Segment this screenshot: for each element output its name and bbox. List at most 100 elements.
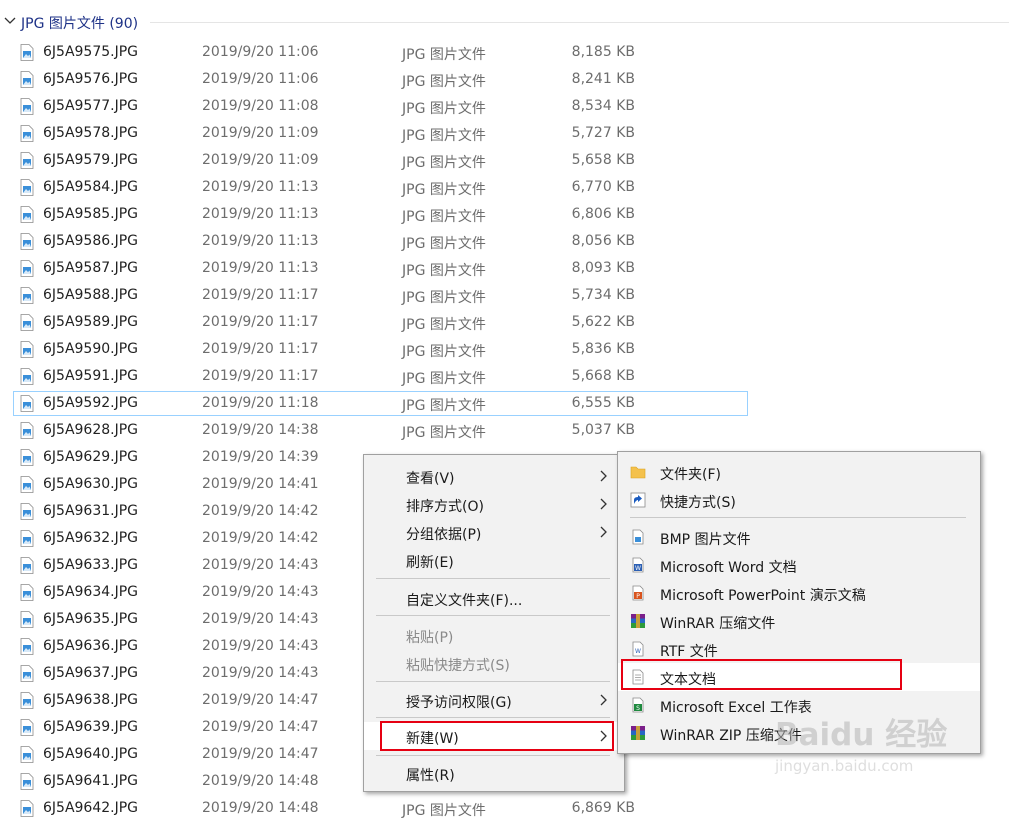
- menu-item-properties[interactable]: 属性(R): [364, 759, 624, 787]
- file-size: 5,668 KB: [571, 368, 635, 384]
- menu-item-paste[interactable]: 粘贴(P): [364, 621, 624, 649]
- file-type: JPG 图片文件: [402, 371, 486, 387]
- menu-item-label: 查看(V): [406, 471, 455, 487]
- file-date: 2019/9/20 14:43: [202, 611, 319, 627]
- file-date: 2019/9/20 14:38: [202, 422, 319, 438]
- file-date: 2019/9/20 11:09: [202, 125, 319, 141]
- file-name: 6J5A9585.JPG: [43, 206, 139, 222]
- file-row[interactable]: 6J5A9576.JPG 2019/9/20 11:06 JPG 图片文件 8,241…: [0, 67, 1009, 94]
- file-row[interactable]: 6J5A9586.JPG 2019/9/20 11:13 JPG 图片文件 8,056…: [0, 229, 1009, 256]
- submenu-item-powerpoint[interactable]: P Microsoft PowerPoint 演示文稿: [618, 579, 980, 607]
- file-type: JPG 图片文件: [402, 74, 486, 90]
- file-row[interactable]: 6J5A9588.JPG 2019/9/20 11:17 JPG 图片文件 5,734…: [0, 283, 1009, 310]
- file-name: 6J5A9579.JPG: [43, 152, 139, 168]
- file-date: 2019/9/20 14:42: [202, 530, 319, 546]
- menu-separator: [376, 615, 610, 616]
- image-file-icon: [20, 44, 34, 61]
- excel-file-icon: S: [632, 697, 644, 713]
- baidu-watermark: Baidu 经验 jingyan.baidu.com: [775, 705, 1005, 815]
- file-name: 6J5A9636.JPG: [43, 638, 139, 654]
- image-file-icon: [20, 692, 34, 709]
- file-row[interactable]: 6J5A9584.JPG 2019/9/20 11:13 JPG 图片文件 6,770…: [0, 175, 1009, 202]
- file-type: JPG 图片文件: [402, 263, 486, 279]
- menu-item-give-access[interactable]: 授予访问权限(G): [364, 686, 624, 714]
- group-title: JPG 图片文件 (90): [21, 16, 139, 32]
- group-divider: [150, 22, 1009, 23]
- file-size: 8,534 KB: [571, 98, 635, 114]
- file-row[interactable]: 6J5A9590.JPG 2019/9/20 11:17 JPG 图片文件 5,836…: [0, 337, 1009, 364]
- submenu-item-shortcut[interactable]: 快捷方式(S): [618, 486, 980, 514]
- file-date: 2019/9/20 11:18: [202, 395, 319, 411]
- image-file-icon: [20, 260, 34, 277]
- file-type: JPG 图片文件: [402, 182, 486, 198]
- file-date: 2019/9/20 14:43: [202, 584, 319, 600]
- file-date: 2019/9/20 14:47: [202, 719, 319, 735]
- menu-item-customize-folder[interactable]: 自定义文件夹(F)...: [364, 584, 624, 612]
- file-name: 6J5A9589.JPG: [43, 314, 139, 330]
- image-file-icon: [20, 368, 34, 385]
- file-name: 6J5A9577.JPG: [43, 98, 139, 114]
- submenu-item-label: 快捷方式(S): [660, 495, 736, 511]
- menu-separator: [376, 717, 610, 718]
- shortcut-icon: [630, 492, 646, 508]
- file-row[interactable]: 6J5A9591.JPG 2019/9/20 11:17 JPG 图片文件 5,668…: [0, 364, 1009, 391]
- group-header[interactable]: JPG 图片文件 (90): [0, 0, 1009, 44]
- file-size: 6,869 KB: [571, 800, 635, 816]
- watermark-url: jingyan.baidu.com: [775, 757, 914, 775]
- file-date: 2019/9/20 14:47: [202, 746, 319, 762]
- menu-item-sort-by[interactable]: 排序方式(O): [364, 490, 624, 518]
- image-file-icon: [20, 71, 34, 88]
- file-size: 5,622 KB: [571, 314, 635, 330]
- chevron-right-icon: [600, 470, 607, 482]
- menu-item-label: 分组依据(P): [406, 527, 482, 543]
- file-row-selected[interactable]: 6J5A9592.JPG 2019/9/20 11:18 JPG 图片文件 6,555…: [0, 391, 1009, 418]
- file-name: 6J5A9641.JPG: [43, 773, 139, 789]
- chevron-down-icon[interactable]: [3, 14, 17, 28]
- submenu-item-label: WinRAR 压缩文件: [660, 616, 776, 632]
- image-file-icon: [20, 152, 34, 169]
- file-name: 6J5A9637.JPG: [43, 665, 139, 681]
- image-file-icon: [20, 503, 34, 520]
- file-type: JPG 图片文件: [402, 290, 486, 306]
- file-date: 2019/9/20 11:13: [202, 260, 319, 276]
- file-row[interactable]: 6J5A9578.JPG 2019/9/20 11:09 JPG 图片文件 5,727…: [0, 121, 1009, 148]
- file-row[interactable]: 6J5A9585.JPG 2019/9/20 11:13 JPG 图片文件 6,806…: [0, 202, 1009, 229]
- menu-item-label: 粘贴(P): [406, 630, 454, 646]
- file-type: JPG 图片文件: [402, 128, 486, 144]
- context-menu: 查看(V) 排序方式(O) 分组依据(P) 刷新(E) 自定义文件夹(F)...…: [363, 454, 625, 792]
- image-file-icon: [20, 584, 34, 601]
- menu-separator: [376, 578, 610, 579]
- file-name: 6J5A9638.JPG: [43, 692, 139, 708]
- chevron-right-icon: [600, 694, 607, 706]
- menu-item-paste-shortcut[interactable]: 粘贴快捷方式(S): [364, 649, 624, 677]
- file-date: 2019/9/20 14:43: [202, 665, 319, 681]
- submenu-item-folder[interactable]: 文件夹(F): [618, 458, 980, 486]
- menu-item-refresh[interactable]: 刷新(E): [364, 546, 624, 574]
- file-row[interactable]: 6J5A9575.JPG 2019/9/20 11:06 JPG 图片文件 8,185…: [0, 40, 1009, 67]
- file-row[interactable]: 6J5A9579.JPG 2019/9/20 11:09 JPG 图片文件 5,658…: [0, 148, 1009, 175]
- file-name: 6J5A9629.JPG: [43, 449, 139, 465]
- file-row[interactable]: 6J5A9628.JPG 2019/9/20 14:38 JPG 图片文件 5,037…: [0, 418, 1009, 445]
- file-row[interactable]: 6J5A9587.JPG 2019/9/20 11:13 JPG 图片文件 8,093…: [0, 256, 1009, 283]
- file-size: 6,770 KB: [571, 179, 635, 195]
- file-row[interactable]: 6J5A9589.JPG 2019/9/20 11:17 JPG 图片文件 5,622…: [0, 310, 1009, 337]
- file-name: 6J5A9642.JPG: [43, 800, 139, 816]
- file-date: 2019/9/20 11:13: [202, 206, 319, 222]
- submenu-item-label: BMP 图片文件: [660, 532, 751, 548]
- file-type: JPG 图片文件: [402, 398, 486, 414]
- file-name: 6J5A9639.JPG: [43, 719, 139, 735]
- file-size: 6,555 KB: [571, 395, 635, 411]
- submenu-item-bmp[interactable]: BMP 图片文件: [618, 523, 980, 551]
- file-row[interactable]: 6J5A9577.JPG 2019/9/20 11:08 JPG 图片文件 8,534…: [0, 94, 1009, 121]
- file-name: 6J5A9632.JPG: [43, 530, 139, 546]
- menu-item-label: 自定义文件夹(F)...: [406, 593, 523, 609]
- file-type: JPG 图片文件: [402, 209, 486, 225]
- file-size: 8,056 KB: [571, 233, 635, 249]
- menu-item-view[interactable]: 查看(V): [364, 462, 624, 490]
- file-date: 2019/9/20 14:42: [202, 503, 319, 519]
- file-size: 5,836 KB: [571, 341, 635, 357]
- menu-item-group-by[interactable]: 分组依据(P): [364, 518, 624, 546]
- file-size: 8,241 KB: [571, 71, 635, 87]
- submenu-item-winrar[interactable]: WinRAR 压缩文件: [618, 607, 980, 635]
- submenu-item-word[interactable]: W Microsoft Word 文档: [618, 551, 980, 579]
